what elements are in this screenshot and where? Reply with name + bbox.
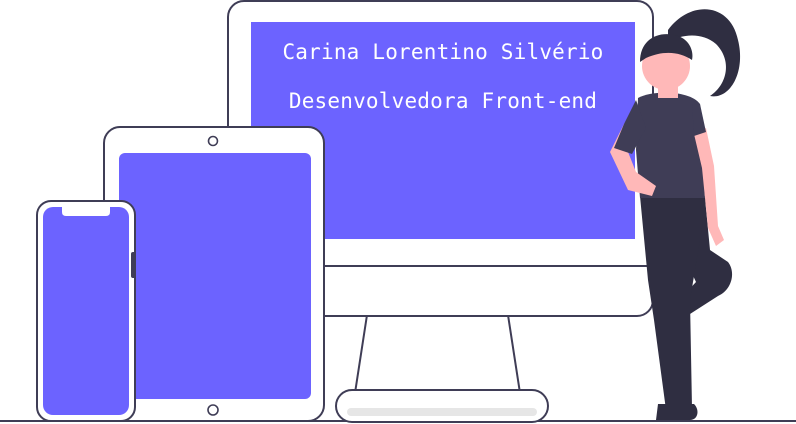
phone-notch xyxy=(62,207,110,216)
phone-side-button xyxy=(131,252,136,278)
tablet-home-button xyxy=(207,404,219,416)
phone xyxy=(36,200,136,422)
monitor-neck xyxy=(353,314,522,394)
tablet-screen xyxy=(119,153,311,399)
monitor-stand-shadow xyxy=(347,408,537,416)
monitor-stand-base xyxy=(335,389,549,423)
woman-right-sleeve xyxy=(692,104,706,136)
tablet xyxy=(103,126,325,422)
woman-shoe xyxy=(656,404,698,420)
developer-name: Carina Lorentino Silvério xyxy=(282,40,604,64)
tablet-camera xyxy=(207,135,219,147)
hero-illustration: Carina Lorentino Silvério Desenvolvedora… xyxy=(0,0,796,424)
developer-role: Desenvolvedora Front-end xyxy=(288,89,598,113)
phone-screen xyxy=(43,207,129,415)
